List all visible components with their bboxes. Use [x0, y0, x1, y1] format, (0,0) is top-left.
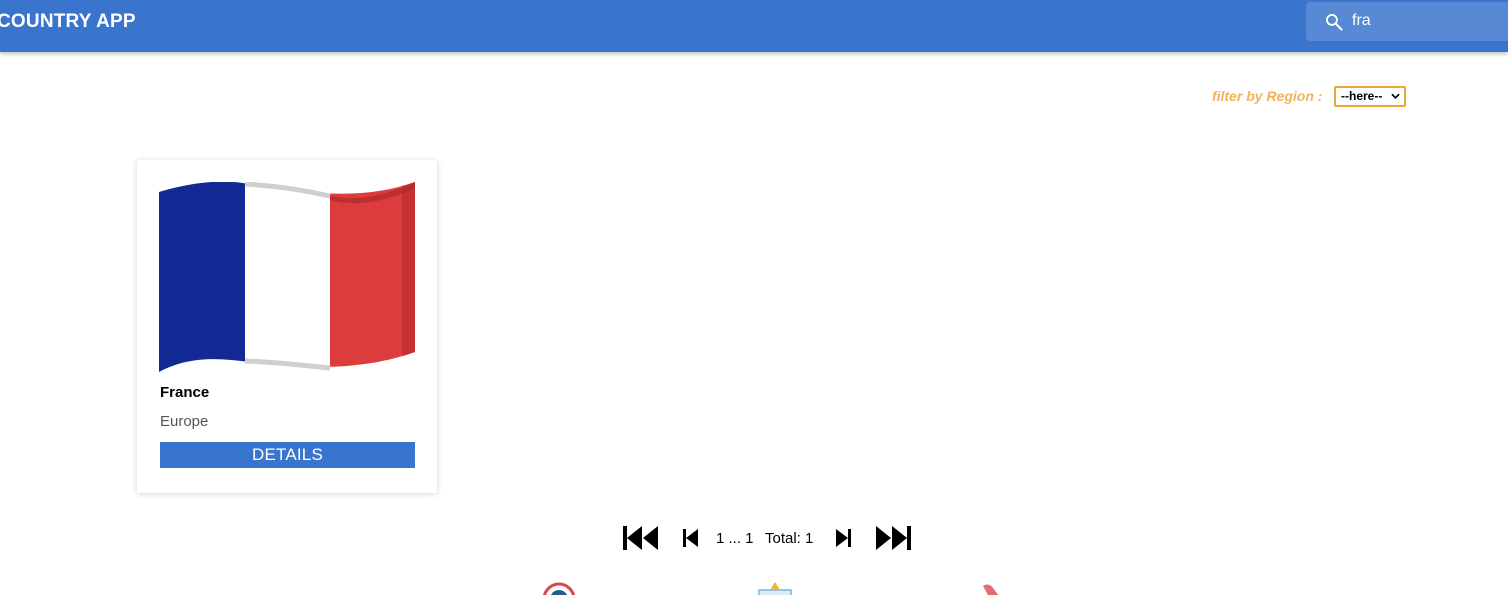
- previous-page-icon[interactable]: [682, 528, 700, 548]
- app-bar: COUNTRY APP: [0, 0, 1508, 52]
- next-page-icon[interactable]: [834, 528, 852, 548]
- region-select[interactable]: --here--: [1334, 86, 1406, 107]
- app-title: COUNTRY APP: [0, 11, 136, 32]
- footer-icons: [0, 578, 1508, 595]
- search-input[interactable]: [1352, 10, 1502, 32]
- chevron-down-icon: [1391, 93, 1400, 99]
- last-page-icon[interactable]: [874, 525, 912, 551]
- first-page-icon[interactable]: [622, 525, 660, 551]
- country-region: Europe: [160, 413, 209, 430]
- pagination: 1 ... 1 Total: 1: [0, 520, 1508, 556]
- filter-region-label: filter by Region :: [1212, 88, 1323, 104]
- details-button[interactable]: DETAILS: [160, 442, 415, 468]
- target-icon[interactable]: [542, 582, 576, 595]
- country-name: France: [160, 384, 210, 401]
- total-count: Total: 1: [765, 530, 814, 547]
- france-flag: [159, 182, 415, 372]
- region-select-value: --here--: [1341, 89, 1383, 103]
- phone-icon[interactable]: [977, 582, 1011, 595]
- search-box[interactable]: [1306, 2, 1508, 41]
- document-icon[interactable]: [757, 582, 793, 595]
- page-range: 1 ... 1: [716, 530, 754, 547]
- search-icon: [1326, 14, 1343, 31]
- country-card: France Europe DETAILS: [137, 160, 437, 493]
